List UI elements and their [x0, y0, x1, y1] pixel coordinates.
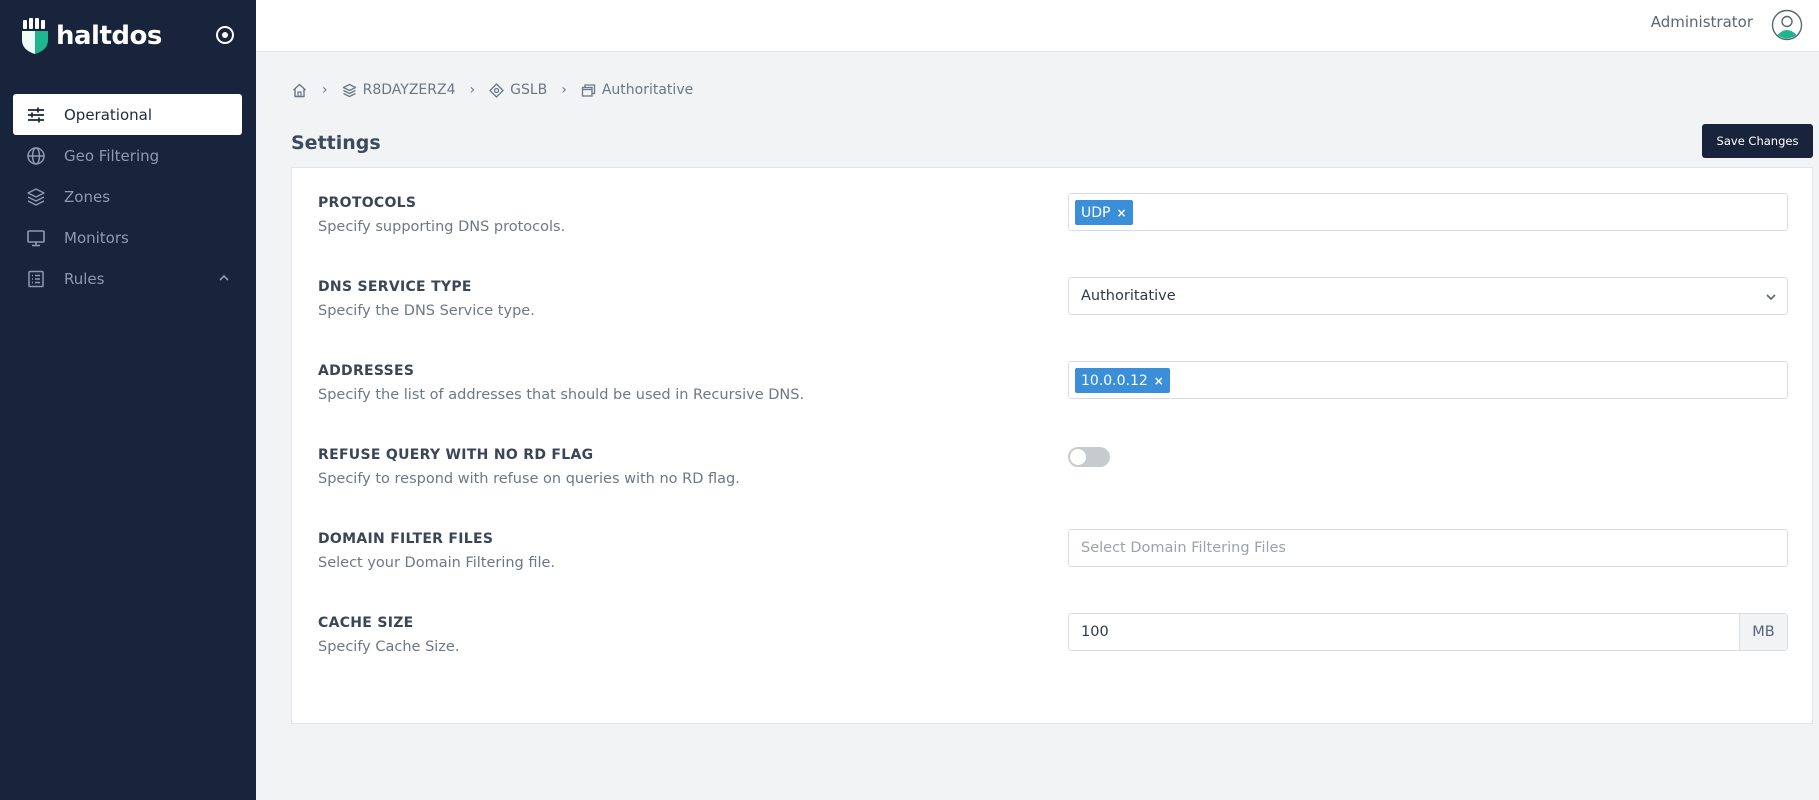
breadcrumb-gslb[interactable]: GSLB: [489, 82, 547, 98]
protocols-multiselect[interactable]: UDP ×: [1068, 193, 1788, 231]
protocol-tag[interactable]: UDP ×: [1075, 200, 1133, 225]
cache-size-unit: MB: [1739, 614, 1787, 650]
monitor-icon: [27, 229, 45, 246]
breadcrumb-separator: ›: [469, 82, 476, 98]
brand[interactable]: haltdos: [20, 18, 162, 54]
cache-size-input[interactable]: 100 MB: [1068, 613, 1788, 651]
setting-protocols: PROTOCOLS Specify supporting DNS protoco…: [292, 193, 1812, 265]
setting-description: Specify to respond with refuse on querie…: [318, 471, 740, 487]
breadcrumb: › R8DAYZERZ4 › GSLB › Authoritative: [291, 80, 693, 100]
user-name[interactable]: Administrator: [1651, 13, 1753, 31]
brand-name: haltdos: [56, 21, 162, 51]
breadcrumb-label: R8DAYZERZ4: [362, 82, 456, 98]
breadcrumb-node[interactable]: R8DAYZERZ4: [342, 82, 456, 98]
select-placeholder: Select Domain Filtering Files: [1081, 540, 1286, 556]
dns-service-type-select[interactable]: Authoritative: [1068, 277, 1788, 315]
chevron-up-icon[interactable]: [218, 272, 230, 284]
sidebar-item-monitors[interactable]: Monitors: [13, 217, 242, 258]
sidebar-item-geo-filtering[interactable]: Geo Filtering: [13, 135, 242, 176]
breadcrumb-authoritative[interactable]: Authoritative: [581, 82, 693, 98]
setting-dns-service-type: DNS SERVICE TYPE Specify the DNS Service…: [292, 277, 1812, 349]
sidebar-item-label: Operational: [64, 105, 153, 124]
layers-icon: [342, 83, 356, 97]
setting-description: Specify supporting DNS protocols.: [318, 219, 566, 235]
sidebar-item-label: Rules: [64, 269, 105, 288]
setting-label: ADDRESSES: [318, 363, 415, 379]
list-icon: [28, 270, 44, 287]
select-value: Authoritative: [1081, 288, 1176, 304]
sidebar-item-zones[interactable]: Zones: [13, 176, 242, 217]
page-title: Settings: [291, 132, 381, 154]
setting-addresses: ADDRESSES Specify the list of addresses …: [292, 361, 1812, 433]
haltdos-logo-icon: [22, 18, 48, 54]
addresses-multiselect[interactable]: 10.0.0.12 ×: [1068, 361, 1788, 399]
setting-description: Select your Domain Filtering file.: [318, 555, 556, 571]
sliders-icon: [28, 107, 44, 122]
address-tag[interactable]: 10.0.0.12 ×: [1075, 368, 1170, 393]
setting-domain-filter-files: DOMAIN FILTER FILES Select your Domain F…: [292, 529, 1812, 601]
settings-card: PROTOCOLS Specify supporting DNS protoco…: [291, 167, 1813, 724]
home-icon: [293, 83, 306, 97]
sidebar-nav: Operational Geo Filtering Zones Monitors…: [13, 94, 242, 299]
target-toggle-icon[interactable]: [214, 24, 236, 46]
avatar-icon[interactable]: [1771, 9, 1803, 41]
tag-label: UDP: [1081, 204, 1111, 221]
sidebar-item-rules[interactable]: Rules: [13, 258, 242, 299]
sidebar-item-label: Monitors: [64, 228, 129, 247]
setting-label: REFUSE QUERY WITH NO RD FLAG: [318, 447, 594, 463]
globe-icon: [27, 146, 45, 165]
top-bar: Administrator: [256, 0, 1819, 52]
windows-icon: [581, 83, 595, 97]
setting-cache-size: CACHE SIZE Specify Cache Size. 100 MB: [292, 613, 1812, 685]
sidebar-item-label: Geo Filtering: [64, 146, 160, 165]
sidebar-item-label: Zones: [64, 187, 111, 206]
crosshair-icon: [489, 82, 505, 98]
setting-label: DNS SERVICE TYPE: [318, 279, 472, 295]
breadcrumb-home[interactable]: [291, 82, 308, 99]
chevron-down-icon: [1766, 294, 1776, 301]
setting-label: DOMAIN FILTER FILES: [318, 531, 494, 547]
breadcrumb-separator: ›: [561, 82, 567, 98]
breadcrumb-label: GSLB: [510, 82, 548, 98]
refuse-query-toggle[interactable]: [1068, 447, 1110, 467]
breadcrumb-separator: ›: [322, 82, 328, 98]
breadcrumb-label: Authoritative: [601, 82, 694, 98]
setting-refuse-query: REFUSE QUERY WITH NO RD FLAG Specify to …: [292, 447, 1812, 517]
setting-label: CACHE SIZE: [318, 615, 414, 631]
save-changes-button[interactable]: Save Changes: [1702, 124, 1813, 158]
sidebar-item-operational[interactable]: Operational: [13, 94, 242, 135]
layers-icon: [27, 187, 45, 206]
setting-description: Specify Cache Size.: [318, 639, 460, 655]
remove-tag-icon[interactable]: ×: [1116, 206, 1126, 220]
setting-label: PROTOCOLS: [318, 195, 417, 211]
setting-description: Specify the DNS Service type.: [318, 303, 535, 319]
cache-size-value: 100: [1081, 624, 1109, 640]
remove-tag-icon[interactable]: ×: [1154, 374, 1164, 388]
setting-description: Specify the list of addresses that shoul…: [318, 387, 805, 403]
sidebar: haltdos Operational Geo Filtering Zones …: [0, 0, 256, 800]
toggle-knob: [1070, 449, 1086, 465]
tag-label: 10.0.0.12: [1081, 372, 1148, 389]
domain-filter-files-select[interactable]: Select Domain Filtering Files: [1068, 529, 1788, 567]
